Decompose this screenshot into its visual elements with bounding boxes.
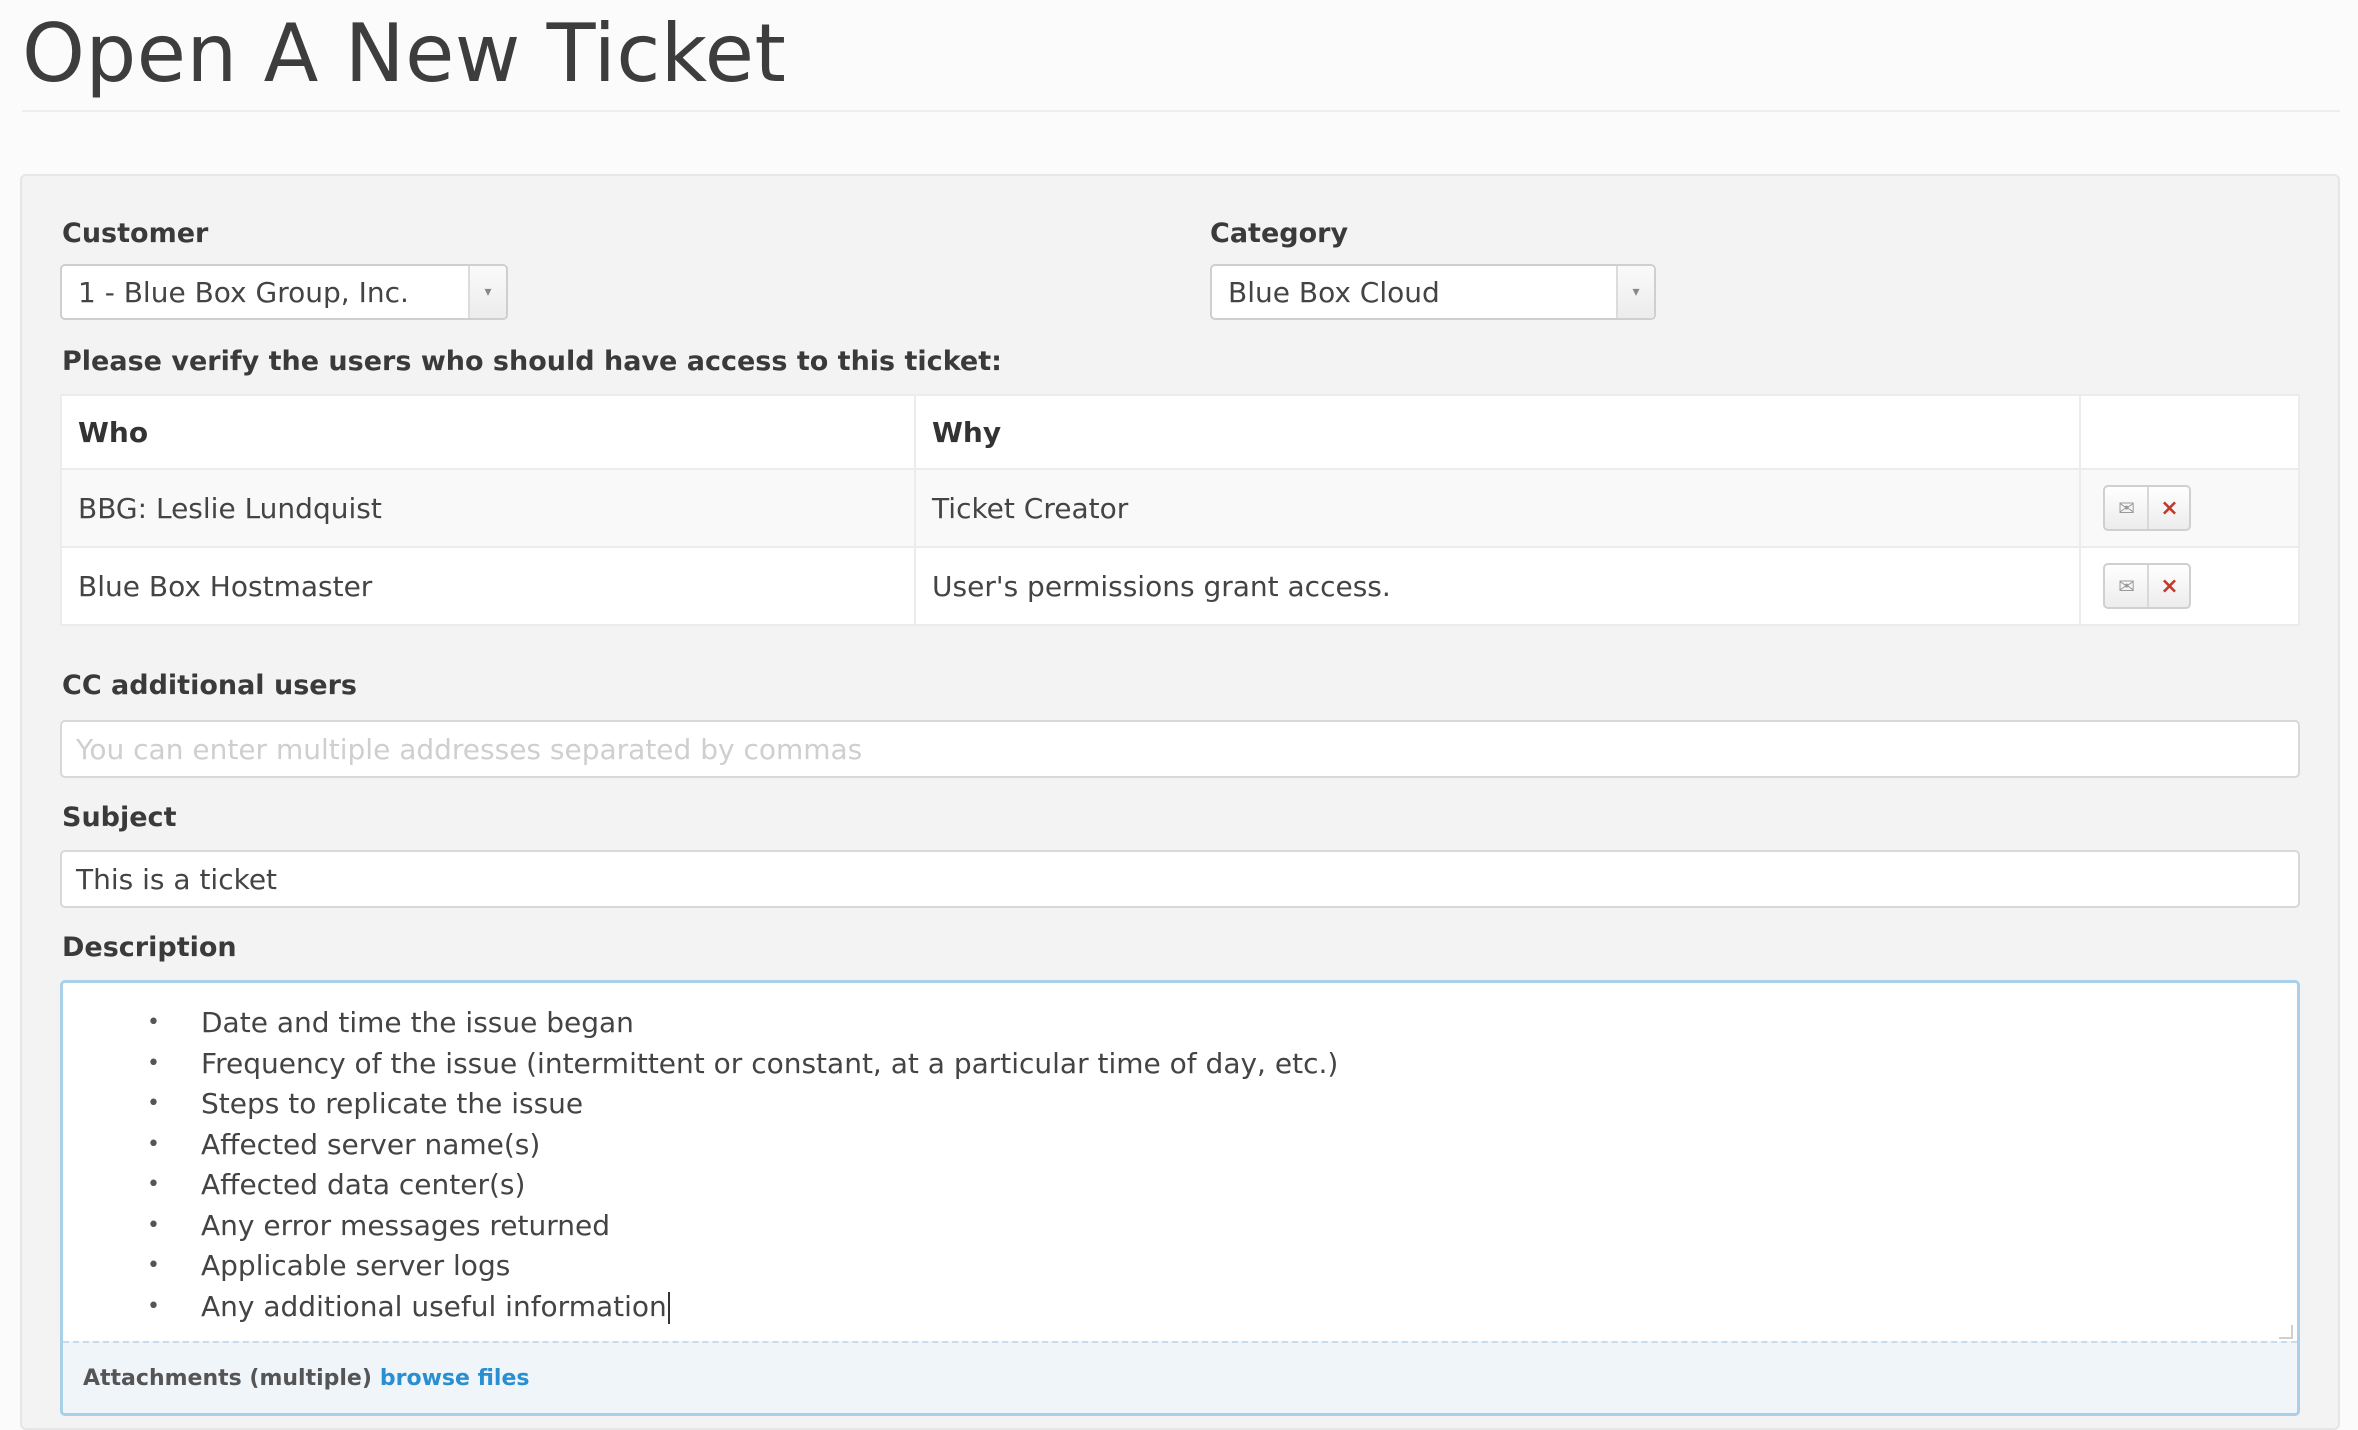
page-title: Open A New Ticket [22, 7, 787, 100]
chevron-down-icon: ▾ [468, 266, 506, 318]
column-header-actions [2079, 394, 2300, 470]
customer-select[interactable]: 1 - Blue Box Group, Inc. ▾ [60, 264, 508, 320]
attachments-bar: Attachments (multiple) browse files [63, 1341, 2297, 1413]
list-item: • Frequency of the issue (intermittent or… [63, 1044, 1338, 1085]
list-item: • Affected data center(s) [63, 1165, 1338, 1206]
row-action-group: ✉ × [2103, 485, 2192, 531]
text-caret [667, 1291, 670, 1324]
remove-user-button[interactable]: × [2147, 487, 2189, 529]
access-prompt: Please verify the users who should have … [62, 346, 1002, 377]
bullet-icon: • [147, 1050, 160, 1076]
category-select[interactable]: Blue Box Cloud ▾ [1210, 264, 1656, 320]
access-users-table: Who Why BBG: Leslie Lundquist Ticket Cre… [59, 394, 2300, 626]
bullet-icon: • [147, 1293, 160, 1319]
resize-handle-icon[interactable] [2279, 1325, 2293, 1339]
page: Open A New Ticket Customer 1 - Blue Box … [0, 0, 2358, 1430]
bullet-icon: • [147, 1172, 160, 1197]
table-row: Blue Box Hostmaster User's permissions g… [59, 546, 2300, 626]
remove-user-button[interactable]: × [2147, 565, 2189, 607]
user-who: Blue Box Hostmaster [59, 546, 917, 626]
category-label: Category [1210, 218, 1349, 249]
table-row: BBG: Leslie Lundquist Ticket Creator ✉ × [59, 468, 2300, 548]
bullet-icon: • [147, 1212, 160, 1238]
category-select-value: Blue Box Cloud [1228, 275, 1440, 309]
bullet-icon: • [147, 1131, 160, 1157]
browse-files-link[interactable]: browse files [380, 1366, 530, 1391]
envelope-icon: ✉ [2118, 496, 2135, 520]
list-item: • Steps to replicate the issue [63, 1084, 1338, 1125]
cc-label: CC additional users [62, 670, 357, 701]
list-item: • Affected server name(s) [63, 1125, 1338, 1166]
list-item: • Applicable server logs [63, 1246, 1338, 1287]
row-action-group: ✉ × [2103, 563, 2192, 609]
customer-select-value: 1 - Blue Box Group, Inc. [78, 275, 409, 309]
user-why: User's permissions grant access. [914, 546, 2082, 626]
email-user-button[interactable]: ✉ [2105, 565, 2147, 607]
description-label: Description [62, 932, 237, 963]
description-bullet-list: • Date and time the issue began • Frequenc… [63, 1003, 1338, 1327]
close-icon: × [2160, 495, 2179, 521]
list-item: • Any error messages returned [63, 1206, 1338, 1247]
subject-input[interactable]: This is a ticket [60, 850, 2300, 908]
bullet-icon: • [147, 1091, 160, 1116]
bullet-icon: • [147, 1010, 160, 1035]
chevron-down-icon: ▾ [1616, 266, 1654, 318]
email-user-button[interactable]: ✉ [2105, 487, 2147, 529]
user-actions: ✉ × [2079, 546, 2300, 626]
attachments-label: Attachments (multiple) [83, 1365, 372, 1391]
subject-label: Subject [62, 802, 177, 833]
customer-label: Customer [62, 218, 209, 249]
user-actions: ✉ × [2079, 468, 2300, 548]
user-why: Ticket Creator [914, 468, 2082, 548]
list-item: • Date and time the issue began [63, 1003, 1338, 1044]
title-divider [22, 110, 2340, 112]
envelope-icon: ✉ [2118, 574, 2135, 598]
column-header-why: Why [914, 394, 2082, 470]
table-header-row: Who Why [59, 394, 2300, 470]
bullet-icon: • [147, 1253, 160, 1278]
description-textarea[interactable]: • Date and time the issue began • Frequenc… [60, 980, 2300, 1416]
list-item: • Any additional useful information [63, 1287, 1338, 1328]
cc-input[interactable]: You can enter multiple addresses separat… [60, 720, 2300, 778]
close-icon: × [2160, 573, 2179, 599]
column-header-who: Who [59, 394, 917, 470]
user-who: BBG: Leslie Lundquist [59, 468, 917, 548]
